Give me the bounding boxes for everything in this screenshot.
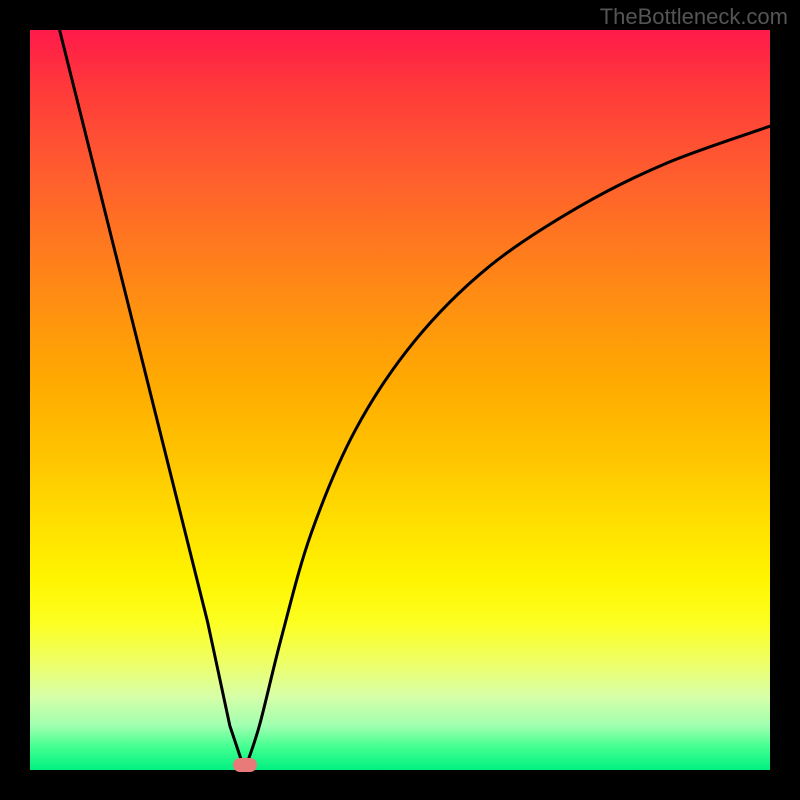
- plot-area: [30, 30, 770, 770]
- minimum-marker: [233, 758, 257, 772]
- bottleneck-curve: [60, 30, 770, 770]
- curve-svg: [30, 30, 770, 770]
- watermark-text: TheBottleneck.com: [600, 4, 788, 30]
